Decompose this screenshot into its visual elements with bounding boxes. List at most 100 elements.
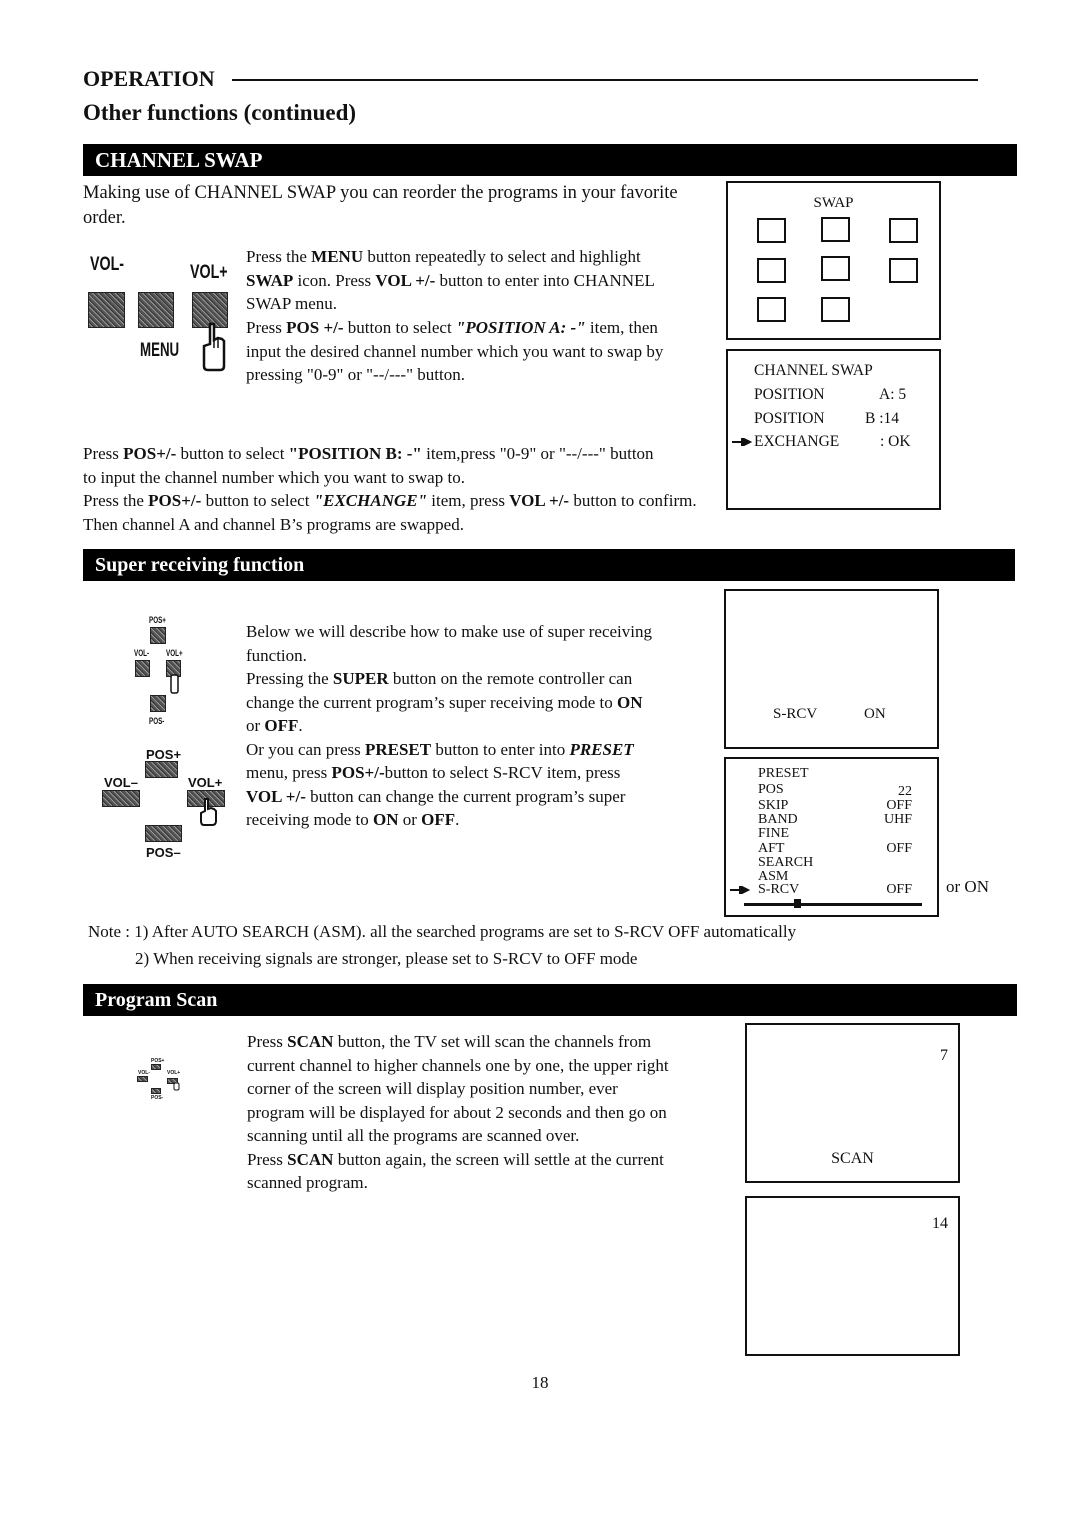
text-run: ON	[617, 692, 643, 712]
text-run: POS+/-	[331, 763, 385, 782]
text-run: PRESET	[364, 739, 432, 759]
menu-icon-slot	[889, 218, 918, 243]
preset-row-value-selected: OFF	[886, 882, 912, 897]
text-run: "EXCHANGE"	[313, 491, 428, 510]
exchange-label: EXCHANGE	[754, 433, 840, 450]
text-run: Press	[247, 1149, 288, 1169]
preset-row-label: BAND	[758, 812, 798, 827]
srcv-value: ON	[864, 706, 886, 722]
pos-minus-button	[145, 825, 182, 842]
preset-row-value: UHF	[883, 812, 912, 827]
text-run: Press the	[246, 247, 312, 266]
position-a-label: POSITION	[754, 386, 825, 403]
text-run: or	[398, 810, 422, 829]
exchange-value: : OK	[880, 433, 911, 450]
pointing-hand-icon	[202, 322, 226, 372]
text-run: ON	[373, 810, 399, 829]
page-number: 18	[531, 1373, 549, 1392]
text-run: icon. Press	[293, 270, 376, 290]
text-run: SCAN	[287, 1149, 334, 1169]
note-1: Note : 1) After AUTO SEARCH (ASM). all t…	[88, 922, 797, 941]
text-run: POS +/-	[286, 318, 344, 337]
preset-row-value: OFF	[886, 841, 912, 856]
vol-minus-button	[102, 790, 140, 807]
text-run: Press the	[83, 491, 149, 510]
channel-swap-menu-title: CHANNEL SWAP	[754, 362, 873, 379]
text-run: SCAN	[287, 1032, 334, 1051]
swap-screen-label: SWAP	[813, 195, 854, 211]
channel-swap-title: CHANNEL SWAP	[95, 147, 263, 172]
menu-icon-slot	[757, 297, 786, 322]
position-a-value: A: 5	[879, 386, 907, 403]
channel-swap-step-1: Press the MENU button repeatedly to sele…	[246, 245, 666, 316]
srcv-status-screen: S-RCV ON	[724, 589, 939, 749]
scan-label: SCAN	[831, 1150, 874, 1167]
text-run: or	[246, 716, 265, 735]
text-run: Press	[247, 1032, 288, 1051]
preset-row-label: POS	[758, 782, 784, 797]
pos-minus-label: POS-	[151, 1095, 164, 1101]
text-run: button to enter into	[431, 739, 570, 759]
text-run: Press	[83, 444, 124, 463]
remote-cross-large: POS+ VOL– VOL+ POS–	[96, 745, 236, 860]
or-on-annotation: or ON	[946, 877, 989, 896]
menu-icon-slot	[757, 258, 786, 283]
selection-arrow-icon	[732, 438, 752, 446]
preset-row-label: FINE	[758, 826, 790, 841]
channel-swap-step-2: Press POS +/- button to select "POSITION…	[246, 316, 676, 387]
scan-screen-2: 14	[745, 1196, 960, 1356]
text-run: Pressing the	[246, 669, 333, 688]
menu-icon-slot	[757, 218, 786, 243]
vol-plus-label: VOL+	[190, 262, 228, 283]
pointing-hand-icon	[170, 674, 179, 694]
text-run: .	[455, 810, 460, 829]
pos-minus-button	[150, 695, 166, 712]
settled-position-number: 14	[932, 1215, 948, 1232]
menu-icon-slot	[821, 297, 850, 322]
text-run: button to select	[343, 318, 456, 337]
menu-icon-slot	[821, 217, 850, 242]
text-run: "POSITION B: -"	[288, 444, 422, 463]
selection-arrow-icon	[730, 886, 750, 894]
preset-row-label: SEARCH	[758, 855, 814, 870]
menu-label: MENU	[140, 340, 180, 361]
menu-button	[138, 292, 174, 328]
remote-cross-small: POS+ VOL- VOL+ POS-	[125, 615, 205, 730]
text-run: SUPER	[332, 669, 389, 688]
text-run: VOL +/-	[509, 491, 570, 510]
text-run: VOL +/-	[246, 786, 306, 806]
pos-plus-button	[151, 1064, 161, 1070]
menu-icon-slot	[821, 256, 850, 281]
program-scan-description: Press SCAN button, the TV set will scan …	[247, 1030, 677, 1195]
channel-swap-header: CHANNEL SWAP	[83, 144, 1017, 176]
channel-swap-menu-screen: CHANNEL SWAP POSITION A: 5 POSITION B :1…	[726, 349, 941, 510]
scan-screen-1: 7 SCAN	[745, 1023, 960, 1183]
vol-plus-label: VOL+	[167, 1070, 181, 1076]
text-run: POS+/-	[148, 491, 202, 510]
text-run: button repeatedly to select and highligh…	[363, 247, 641, 266]
pos-minus-label: POS-	[149, 716, 165, 726]
text-run: "POSITION A: -"	[455, 318, 586, 337]
preset-slider-knob	[794, 899, 802, 908]
position-b-value: B :14	[865, 410, 900, 427]
pos-plus-label: POS+	[149, 615, 166, 625]
super-receiving-description: Below we will describe how to make use o…	[246, 620, 656, 832]
vol-minus-label: VOL-	[90, 254, 125, 275]
vol-plus-label: VOL+	[166, 648, 183, 658]
srcv-label: S-RCV	[773, 706, 818, 722]
text-run: MENU	[311, 247, 364, 266]
page-subtitle: Other functions (continued)	[83, 100, 357, 125]
vol-minus-label: VOL-	[134, 648, 150, 658]
text-run: button to select	[201, 491, 314, 510]
preset-slider-track	[744, 903, 922, 906]
text-run: Or you can press	[246, 739, 365, 759]
note-2: 2) When receiving signals are stronger, …	[135, 949, 638, 968]
pos-minus-label: POS–	[146, 845, 181, 860]
pos-minus-button	[151, 1088, 161, 1094]
menu-icon-slot	[889, 258, 918, 283]
vol-minus-button	[135, 660, 150, 677]
channel-swap-step-3: Press POS+/- button to select "POSITION …	[83, 442, 663, 489]
position-b-label: POSITION	[754, 410, 825, 427]
text-run: Below we will describe how to make use o…	[246, 622, 652, 665]
swap-menu-screen: SWAP	[726, 181, 941, 340]
